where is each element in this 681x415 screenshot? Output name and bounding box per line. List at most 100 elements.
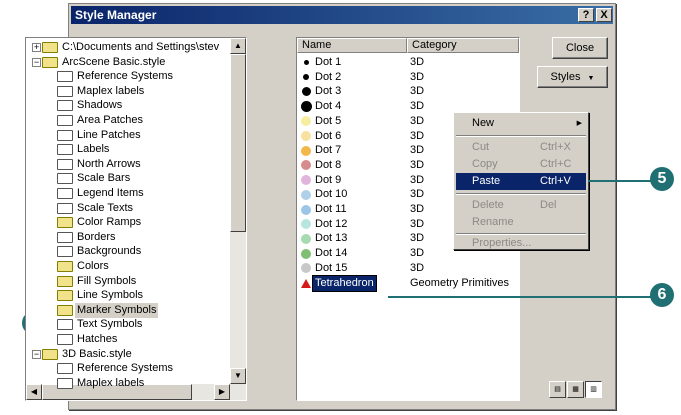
folder-icon [57,129,73,141]
list-item-name: Dot 11 [315,203,347,215]
tree-item-label: Reference Systems [77,70,173,83]
triangle-symbol-icon [301,278,311,288]
folder-icon [57,246,73,258]
menu-separator [456,193,586,195]
close-window-button[interactable]: X [596,8,612,22]
report-view-icon[interactable]: ▥ [585,381,602,398]
folder-icon [57,188,73,199]
list-item-category: 3D [410,114,425,127]
tree-item-label: Backgrounds [77,245,142,258]
list-item-name: Dot 7 [315,144,342,157]
dot-symbol-icon [301,233,311,244]
list-item[interactable]: Dot 2 3D [297,70,519,85]
callout-5: 5 [650,167,674,191]
list-item-name: Dot 4 [315,100,342,113]
collapse-icon[interactable]: − [32,57,41,67]
folder-icon [57,275,73,287]
expand-icon[interactable]: + [32,43,41,52]
scroll-right-icon[interactable]: ▶ [214,384,230,400]
folder-icon [57,261,73,272]
tree-item-label: C:\Documents and Settings\stev [62,41,220,53]
scroll-thumb[interactable] [230,54,246,232]
dropdown-arrow-icon: ▼ [587,75,595,82]
folder-icon [57,334,73,345]
tree-item-label: Legend Items [77,187,144,199]
list-item-name: Dot 10 [315,188,348,201]
list-item-editing[interactable]: Tetrahedron Geometry Primitives [297,274,519,292]
dot-symbol-icon [301,87,311,97]
folder-icon [57,158,73,170]
help-button[interactable]: ? [578,8,594,22]
style-tree[interactable]: ▲ ▼ ◀ ▶ + C:\Documents and Settings\stev −… [25,37,247,401]
tree-vertical-scrollbar[interactable]: ▲ ▼ [230,38,246,384]
scroll-left-icon[interactable]: ◀ [26,384,42,400]
menu-item-cut[interactable]: Cut Ctrl+X [456,139,586,156]
column-header-name[interactable]: Name [297,38,407,53]
list-item-name: Dot 6 [315,129,342,142]
tree-item-label: Reference Systems [77,362,173,375]
folder-icon [57,144,73,156]
tree-item-label: Borders [77,230,116,243]
tree-item-label: Line Symbols [77,289,144,302]
list-item[interactable]: Dot 15 3D [297,261,519,276]
small-icons-view-icon[interactable]: ▦ [567,381,584,398]
callout-6-line [388,296,652,298]
rename-input[interactable]: Tetrahedron [312,274,377,292]
dot-symbol-icon [301,175,311,186]
list-item[interactable]: Dot 3 3D [297,84,519,99]
list-item-category: 3D [410,203,425,215]
dot-symbol-icon [301,263,311,274]
dot-symbol-icon [301,160,311,171]
dot-symbol-icon [301,145,311,156]
column-header-category[interactable]: Category [407,38,519,53]
list-item-category: 3D [410,188,425,201]
list-item[interactable]: Dot 1 3D [297,55,519,70]
menu-item-delete[interactable]: Delete Del [456,197,586,214]
folder-icon [42,348,58,360]
list-item-category: 3D [410,261,425,274]
list-item-name: Dot 3 [315,85,342,98]
list-item-name: Dot 12 [315,217,348,230]
tree-item-label: Area Patches [77,114,144,126]
window-title: Style Manager [75,8,157,22]
tree-item-label: Hatches [77,333,118,345]
dot-symbol-icon [303,74,309,81]
list-item-category: 3D [410,129,425,142]
menu-item-properties[interactable]: Properties... [456,235,586,252]
list-item-name: Dot 5 [315,114,342,127]
context-menu: New ▶ Cut Ctrl+X Copy Ctrl+C Paste Ctrl+V De… [453,112,589,250]
tree-item-label: Scale Bars [77,172,131,185]
folder-icon [57,100,73,112]
list-item-category: 3D [410,70,425,83]
menu-item-new[interactable]: New ▶ [456,115,586,132]
list-item-name: Dot 9 [315,173,342,186]
submenu-arrow-icon: ▶ [576,120,582,127]
folder-icon [42,56,58,68]
collapse-icon[interactable]: − [32,349,41,359]
dot-symbol-icon [300,101,312,113]
tree-item-label: Maplex labels [77,84,145,97]
list-view-icon[interactable]: ▤ [549,381,566,398]
dot-symbol-icon [301,116,311,127]
tree-item-label: Color Ramps [77,216,142,229]
tree-item-label: North Arrows [77,157,141,170]
menu-item-paste[interactable]: Paste Ctrl+V [456,173,586,190]
scroll-up-icon[interactable]: ▲ [230,38,246,54]
styles-button[interactable]: Styles ▼ [537,66,608,88]
list-item-category: 3D [410,100,425,113]
folder-icon [57,173,73,185]
scroll-down-icon[interactable]: ▼ [230,368,246,384]
tree-item-label: Fill Symbols [77,274,137,287]
dot-symbol-icon [301,204,311,215]
callout-6: 6 [650,283,674,307]
tree-item-label: ArcScene Basic.style [62,55,166,68]
close-button[interactable]: Close [552,37,608,59]
folder-icon [57,377,73,389]
menu-item-rename[interactable]: Rename [456,214,586,231]
folder-icon [57,85,73,97]
menu-separator [456,135,586,137]
dot-symbol-icon [301,248,311,259]
folder-icon [57,71,73,83]
menu-item-copy[interactable]: Copy Ctrl+C [456,156,586,173]
list-item-name: Dot 2 [315,70,342,83]
